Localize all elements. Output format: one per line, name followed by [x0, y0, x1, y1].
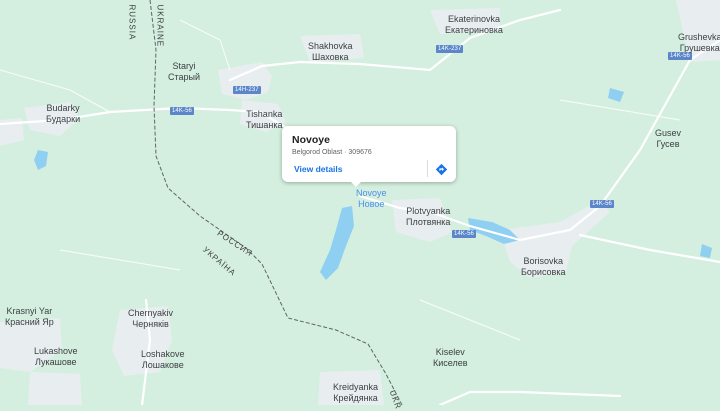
- place-label-staryi[interactable]: Staryi Старый: [168, 61, 200, 83]
- place-name-latin: Krasnyi Yar: [6, 306, 53, 316]
- road-shield: 14K-56: [452, 230, 476, 238]
- place-name-latin: Tishanka: [246, 109, 283, 119]
- directions-icon[interactable]: [435, 163, 448, 176]
- road-shield: 14H-237: [233, 86, 261, 94]
- place-name-latin: Plotvyanka: [406, 206, 451, 216]
- place-name-cyrillic: Грушевка: [679, 43, 720, 53]
- place-name-latin: Shakhovka: [308, 41, 353, 51]
- place-name-cyrillic: Старый: [168, 72, 201, 82]
- place-label-gusev[interactable]: Gusev Гусев: [655, 128, 681, 150]
- place-label-kreidyanka[interactable]: Kreidyanka Крейдянка: [333, 382, 378, 404]
- card-subtitle: Belgorod Oblast · 309676: [292, 149, 372, 156]
- road-shield: 14K-56: [590, 200, 614, 208]
- place-label-chernyakiv[interactable]: Chernyakiv Черняків: [128, 308, 173, 330]
- place-name-cyrillic: Лукашове: [34, 357, 77, 367]
- water-bodies: [34, 88, 712, 280]
- place-name-cyrillic: Екатериновка: [445, 25, 503, 35]
- place-label-loshakove[interactable]: Loshakove Лошакове: [141, 349, 185, 371]
- place-name-cyrillic: Черняків: [132, 319, 169, 329]
- place-info-card[interactable]: Novoye Belgorod Oblast · 309676 View det…: [282, 126, 456, 182]
- road-shield: 14K-56: [170, 107, 194, 115]
- place-name-latin: Kreidyanka: [333, 382, 379, 392]
- place-name-latin: Budarky: [46, 103, 80, 113]
- place-name-latin: Grushevka: [678, 32, 720, 42]
- place-name-latin: Staryi: [172, 61, 196, 71]
- card-divider: [427, 160, 428, 177]
- place-name-latin: Lukashove: [34, 346, 78, 356]
- card-pointer: [350, 181, 362, 187]
- place-name-latin: Ekaterinovka: [447, 14, 500, 24]
- place-name-latin: Gusev: [655, 128, 682, 138]
- border-label-russia-top: RUSSIA: [127, 4, 137, 41]
- place-label-borisovka[interactable]: Borisovka Борисовка: [521, 256, 565, 278]
- place-label-kiselev[interactable]: Kiselev Киселев: [433, 347, 468, 369]
- place-label-ekaterinovka[interactable]: Ekaterinovka Екатериновка: [445, 14, 503, 36]
- place-label-novoye[interactable]: Novoye Новое: [356, 188, 387, 210]
- place-name-cyrillic: Новое: [358, 199, 385, 209]
- place-name-cyrillic: Гусев: [656, 139, 680, 149]
- place-name-cyrillic: Плотвянка: [406, 217, 451, 227]
- view-details-button[interactable]: View details: [294, 164, 343, 174]
- place-name-cyrillic: Киселев: [433, 358, 468, 368]
- card-title: Novoye: [292, 134, 330, 146]
- place-name-latin: Borisovka: [523, 256, 563, 266]
- place-name-latin: Loshakove: [141, 349, 185, 359]
- place-name-cyrillic: Крейдянка: [333, 393, 378, 403]
- place-label-plotvyanka[interactable]: Plotvyanka Плотвянка: [406, 206, 450, 228]
- place-label-grushevka[interactable]: Grushevka Грушевка: [678, 32, 720, 54]
- place-name-cyrillic: Борисовка: [521, 267, 566, 277]
- place-name-latin: Kiselev: [435, 347, 465, 357]
- place-name-cyrillic: Шаховка: [311, 52, 349, 62]
- place-label-tishanka[interactable]: Tishanka Тишанка: [246, 109, 282, 131]
- place-name-cyrillic: Бударки: [46, 114, 81, 124]
- place-label-budarky[interactable]: Budarky Бударки: [46, 103, 80, 125]
- place-name-latin: Chernyakiv: [128, 308, 174, 318]
- place-label-shakhovka[interactable]: Shakhovka Шаховка: [308, 41, 353, 63]
- place-label-krasnyi-yar[interactable]: Krasnyi Yar Красний Яр: [5, 306, 54, 328]
- road-shield: 14K-237: [436, 45, 464, 53]
- place-name-latin: Novoye: [356, 188, 387, 198]
- border-label-ukraine-top: UKRAINE: [155, 4, 165, 48]
- place-name-cyrillic: Красний Яр: [5, 317, 54, 327]
- place-name-cyrillic: Тишанка: [246, 120, 283, 130]
- place-name-cyrillic: Лошакове: [141, 360, 184, 370]
- place-label-lukashove[interactable]: Lukashove Лукашове: [34, 346, 78, 368]
